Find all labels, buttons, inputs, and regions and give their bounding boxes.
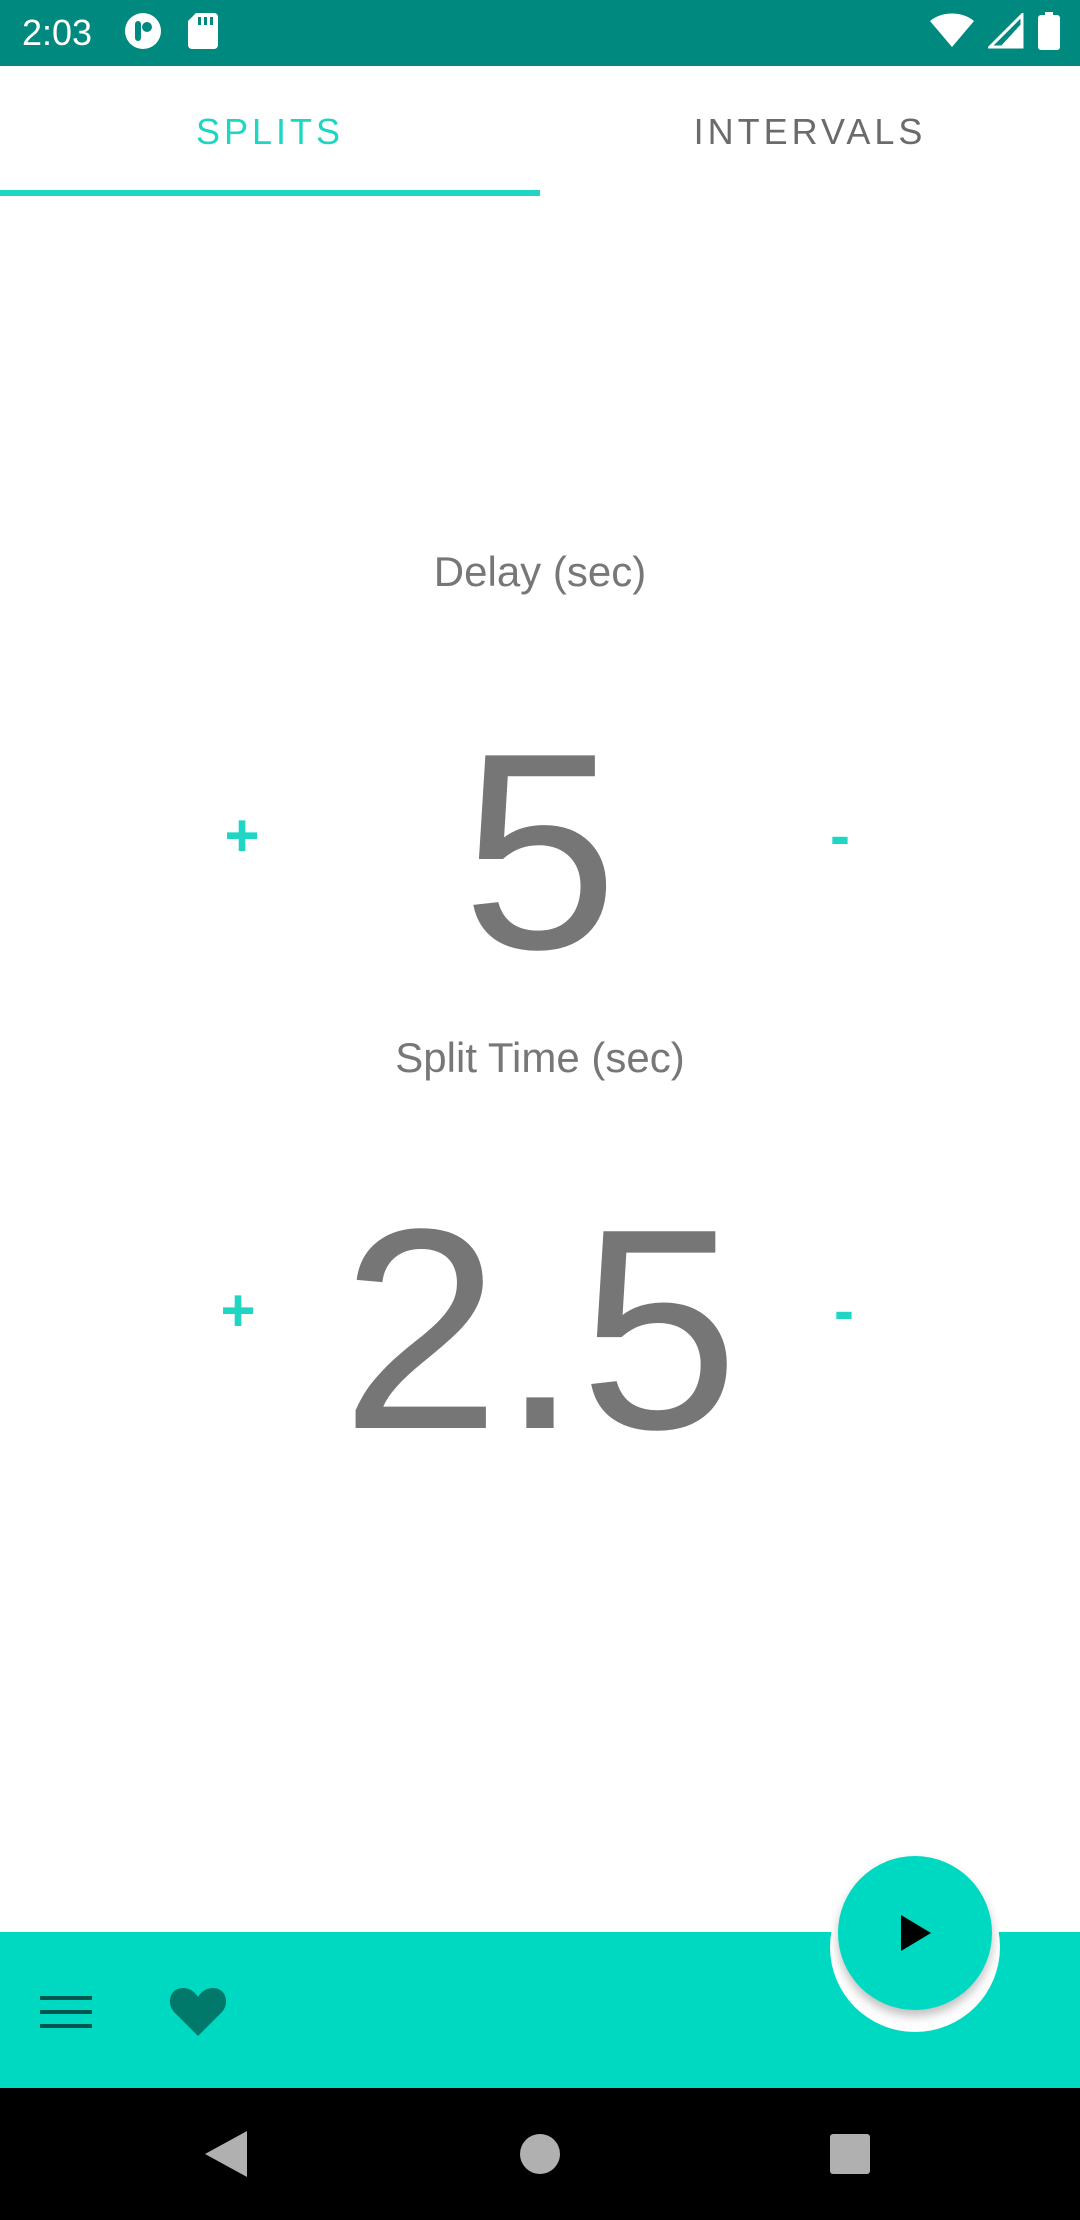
split-time-value: 2.5 [341,1169,739,1489]
play-icon [901,1915,931,1951]
system-nav-bar [0,2088,1080,2220]
menu-button[interactable] [30,1976,102,2048]
status-left-icons [124,12,218,55]
tab-splits[interactable]: SPLITS [0,66,540,198]
delay-value: 5 [462,696,618,1008]
back-icon [205,2131,247,2177]
battery-icon [1038,11,1060,55]
tab-indicator [0,190,540,196]
app-notification-icon [124,12,162,55]
delay-decrement-button[interactable]: - [800,795,880,875]
play-button[interactable] [838,1856,992,2010]
home-icon [520,2134,560,2174]
cell-signal-icon [986,10,1024,54]
status-bar: 2:03 [0,0,1080,66]
wifi-icon [930,13,974,54]
app-screen: 2:03 SPLITS INTERVALS Delay (sec) + 5 - … [0,0,1080,2220]
split-time-label: Split Time (sec) [395,1034,685,1081]
favorites-button[interactable] [160,1976,236,2048]
tab-intervals[interactable]: INTERVALS [540,66,1080,198]
recents-icon [830,2134,870,2174]
menu-icon [40,1996,92,2028]
delay-label: Delay (sec) [433,548,647,595]
back-button[interactable] [190,2118,262,2190]
sd-card-icon [188,12,218,54]
heart-icon [169,1988,227,2036]
tab-bar: SPLITS INTERVALS [0,66,1080,198]
status-time: 2:03 [22,12,93,53]
status-right-icons [930,10,1060,55]
home-button[interactable] [504,2118,576,2190]
recents-button[interactable] [814,2118,886,2190]
split-time-decrement-button[interactable]: - [804,1270,884,1350]
